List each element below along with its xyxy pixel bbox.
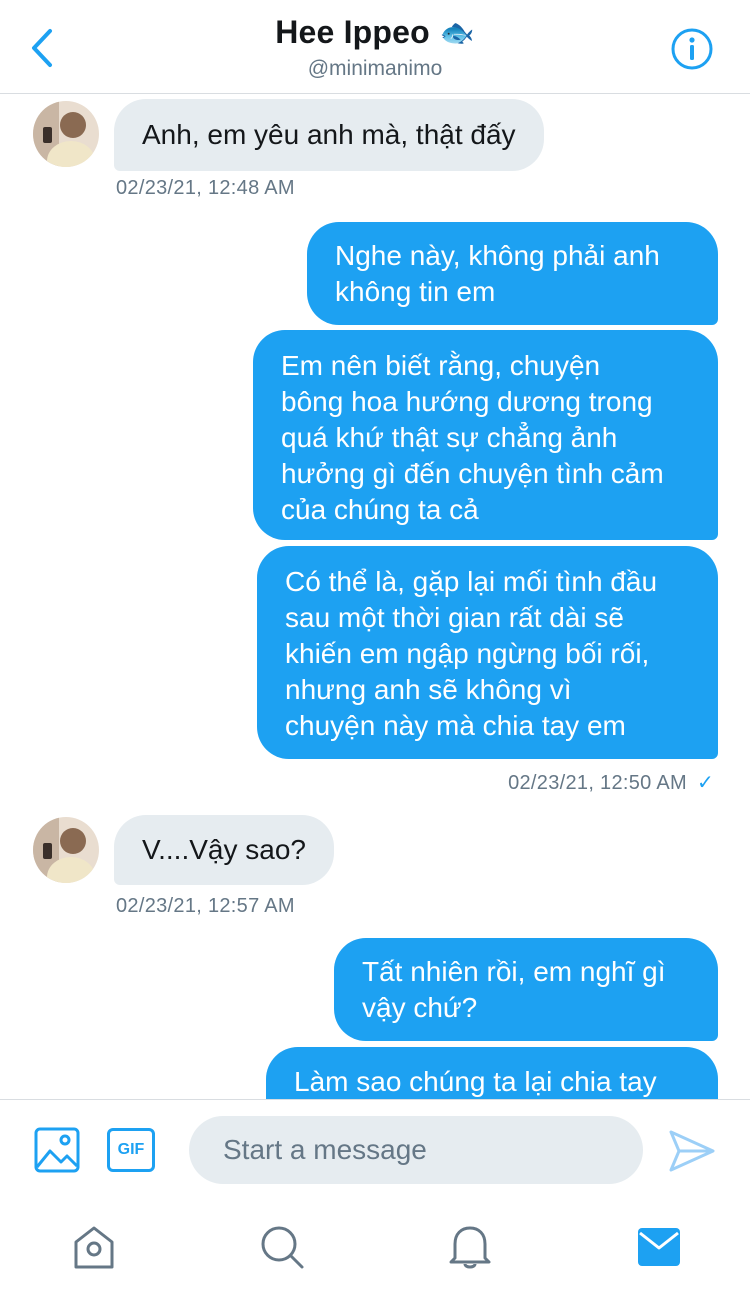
message-bubble-incoming[interactable]: V....Vậy sao? (114, 815, 334, 885)
send-button[interactable] (668, 1129, 716, 1178)
bottom-tab-bar (0, 1202, 750, 1298)
bell-icon (449, 1226, 491, 1269)
mail-icon (638, 1228, 680, 1266)
message-timestamp: 02/23/21, 12:50 AM ✓ (508, 770, 714, 795)
message-bubble-outgoing[interactable]: Làm sao chúng ta lại chia tay (266, 1047, 718, 1099)
message-bubble-outgoing[interactable]: Tất nhiên rồi, em nghĩ gì vậy chứ? (334, 938, 718, 1041)
tab-home[interactable] (72, 1224, 116, 1275)
fish-emoji: 🐟 (439, 17, 475, 48)
message-line: sau một thời gian rất dài sẽ (285, 602, 624, 633)
message-timestamp: 02/23/21, 12:48 AM (116, 177, 295, 199)
gif-icon: GIF (117, 1141, 145, 1158)
message-line: không tin em (335, 276, 496, 307)
message-bubble-outgoing[interactable]: Có thể là, gặp lại mối tình đầu sau một … (257, 546, 718, 759)
message-line: hưởng gì đến chuyện tình cảm (281, 458, 664, 489)
message-line: Có thể là, gặp lại mối tình đầu (285, 566, 658, 597)
info-button[interactable] (670, 27, 714, 71)
read-check-icon: ✓ (696, 772, 714, 794)
tab-search[interactable] (259, 1224, 305, 1275)
message-line: Nghe này, không phải anh (335, 240, 660, 271)
info-icon (671, 28, 713, 70)
message-bubble-outgoing[interactable]: Nghe này, không phải anh không tin em (307, 222, 718, 325)
tab-messages[interactable] (638, 1228, 680, 1271)
contact-name: Hee Ippeo (275, 14, 430, 50)
home-icon (74, 1226, 114, 1269)
search-icon (261, 1226, 304, 1269)
send-icon (669, 1130, 715, 1172)
add-photo-button[interactable] (34, 1127, 80, 1178)
message-line: Em nên biết rằng, chuyện (281, 350, 601, 381)
message-line: của chúng ta cả (281, 494, 479, 525)
message-text: V....Vậy sao? (142, 834, 306, 865)
avatar-photo (33, 101, 99, 167)
message-line: Tất nhiên rồi, em nghĩ gì (362, 956, 666, 987)
message-line: nhưng anh sẽ không vì (285, 674, 572, 705)
message-line: quá khứ thật sự chẳng ảnh (281, 422, 618, 453)
conversation-header: Hee Ippeo 🐟 @minimanimo (0, 0, 750, 94)
contact-handle: @minimanimo (307, 57, 443, 80)
message-line: vậy chứ? (362, 992, 478, 1023)
avatar[interactable] (33, 817, 99, 883)
message-line: chuyện này mà chia tay em (285, 710, 626, 741)
timestamp-text: 02/23/21, 12:50 AM (508, 772, 687, 794)
message-line: khiến em ngập ngừng bối rối, (285, 638, 650, 669)
tab-notifications[interactable] (447, 1222, 493, 1275)
message-composer: GIF (0, 1099, 750, 1202)
message-bubble-incoming[interactable]: Anh, em yêu anh mà, thật đấy (114, 99, 544, 171)
conversation-title[interactable]: Hee Ippeo 🐟 @minimanimo (0, 14, 750, 81)
message-bubble-outgoing[interactable]: Em nên biết rằng, chuyện bông hoa hướng … (253, 330, 718, 540)
avatar-photo (33, 817, 99, 883)
message-list[interactable]: Anh, em yêu anh mà, thật đấy 02/23/21, 1… (0, 95, 750, 1099)
message-line: Làm sao chúng ta lại chia tay (294, 1066, 657, 1097)
avatar[interactable] (33, 101, 99, 167)
add-gif-button[interactable]: GIF (107, 1128, 155, 1172)
message-timestamp: 02/23/21, 12:57 AM (116, 895, 295, 917)
message-line: bông hoa hướng dương trong (281, 386, 653, 417)
message-text: Anh, em yêu anh mà, thật đấy (142, 119, 516, 150)
image-icon (34, 1127, 80, 1173)
message-input[interactable] (189, 1116, 643, 1184)
